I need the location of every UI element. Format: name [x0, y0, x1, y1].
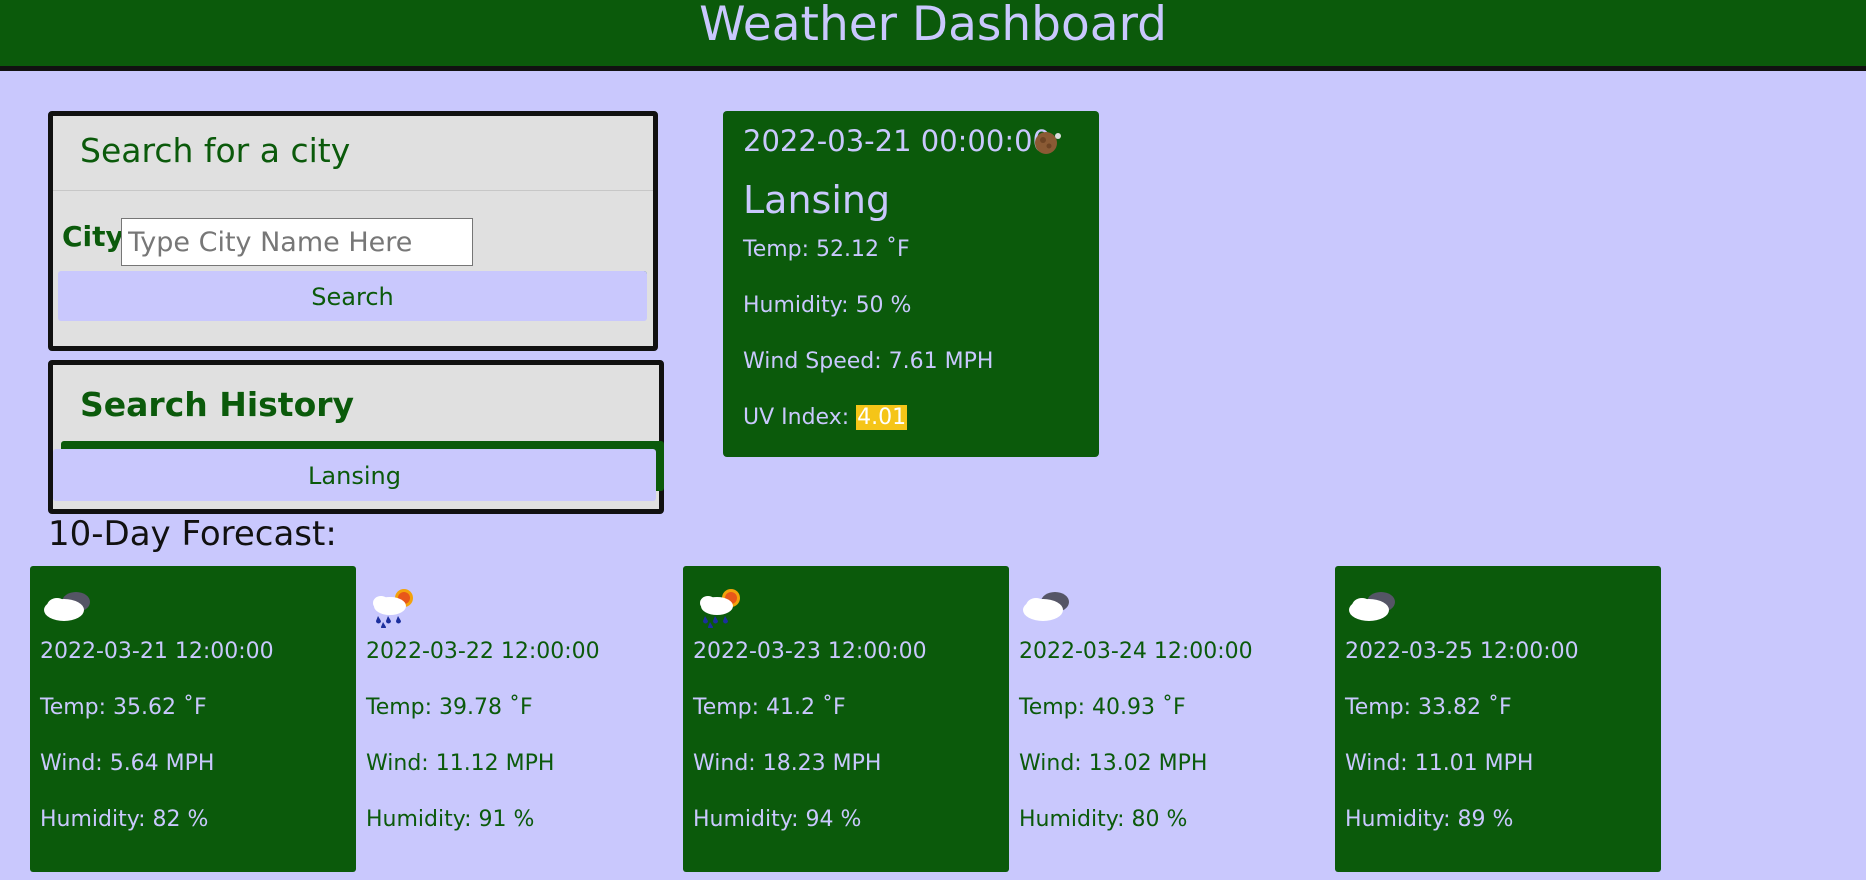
forecast-temp: Temp: 35.62 ˚F [40, 695, 207, 720]
search-title: Search for a city [80, 131, 351, 170]
history-item-lansing[interactable]: Lansing [53, 449, 656, 501]
current-uv: UV Index: 4.01 [743, 403, 908, 433]
forecast-card: 2022-03-23 12:00:00 Temp: 41.2 ˚F Wind: … [683, 566, 1009, 872]
current-wind-label: Wind Speed: [743, 349, 889, 374]
current-temp: Temp: 52.12 ˚F [743, 235, 910, 265]
current-weather-card: 2022-03-21 00:00:00 Lansing Temp: 52.12 … [723, 111, 1099, 457]
forecast-humidity: Humidity: 80 % [1019, 807, 1188, 832]
night-partly-cloudy-icon [1035, 132, 1061, 154]
current-temp-label: Temp: [743, 237, 817, 262]
current-date: 2022-03-21 00:00:00 [743, 124, 1051, 158]
forecast-wind: Wind: 5.64 MPH [40, 751, 215, 776]
history-title: Search History [80, 385, 355, 424]
current-wind-value: 7.61 MPH [888, 349, 994, 374]
forecast-temp: Temp: 40.93 ˚F [1019, 695, 1186, 720]
forecast-date: 2022-03-21 12:00:00 [40, 639, 274, 664]
forecast-date: 2022-03-22 12:00:00 [366, 639, 600, 664]
forecast-temp: Temp: 33.82 ˚F [1345, 695, 1512, 720]
current-wind: Wind Speed: 7.61 MPH [743, 347, 993, 377]
forecast-temp: Temp: 41.2 ˚F [693, 695, 846, 720]
forecast-date: 2022-03-23 12:00:00 [693, 639, 927, 664]
cloudy-icon [1349, 592, 1395, 621]
city-label: City [62, 220, 124, 253]
forecast-date: 2022-03-24 12:00:00 [1019, 639, 1253, 664]
current-humidity-value: 50 % [855, 293, 912, 318]
rain-sun-icon [373, 589, 413, 628]
forecast-humidity: Humidity: 94 % [693, 807, 862, 832]
forecast-humidity: Humidity: 82 % [40, 807, 209, 832]
search-button[interactable]: Search [58, 271, 647, 321]
forecast-wind: Wind: 11.01 MPH [1345, 751, 1534, 776]
search-history-card: Search History Lansing [48, 360, 664, 514]
current-humidity-label: Humidity: [743, 293, 856, 318]
current-humidity: Humidity: 50 % [743, 291, 911, 321]
current-temp-value: 52.12 ˚F [816, 237, 910, 262]
app-header: Weather Dashboard [0, 0, 1866, 71]
current-uv-label: UV Index: [743, 405, 857, 430]
forecast-wind: Wind: 18.23 MPH [693, 751, 882, 776]
forecast-wind: Wind: 13.02 MPH [1019, 751, 1208, 776]
search-card-header: Search for a city [53, 116, 653, 191]
forecast-card: 2022-03-22 12:00:00 Temp: 39.78 ˚F Wind:… [356, 566, 682, 872]
forecast-humidity: Humidity: 91 % [366, 807, 535, 832]
uv-index-badge: 4.01 [856, 405, 908, 430]
rain-sun-icon [700, 589, 740, 628]
forecast-date: 2022-03-25 12:00:00 [1345, 639, 1579, 664]
cloudy-icon [1023, 592, 1069, 621]
history-header: Search History [53, 365, 659, 445]
forecast-wind: Wind: 11.12 MPH [366, 751, 555, 776]
cloudy-icon [44, 592, 90, 621]
forecast-card: 2022-03-21 12:00:00 Temp: 35.62 ˚F Wind:… [30, 566, 356, 872]
page-title: Weather Dashboard [699, 0, 1167, 52]
city-search-input[interactable] [121, 218, 473, 266]
forecast-card: 2022-03-25 12:00:00 Temp: 33.82 ˚F Wind:… [1335, 566, 1661, 872]
forecast-card: 2022-03-24 12:00:00 Temp: 40.93 ˚F Wind:… [1009, 566, 1335, 872]
forecast-temp: Temp: 39.78 ˚F [366, 695, 533, 720]
forecast-title: 10-Day Forecast: [48, 514, 337, 554]
search-card: Search for a city City Search [48, 111, 658, 351]
forecast-humidity: Humidity: 89 % [1345, 807, 1514, 832]
current-city: Lansing [743, 178, 891, 222]
